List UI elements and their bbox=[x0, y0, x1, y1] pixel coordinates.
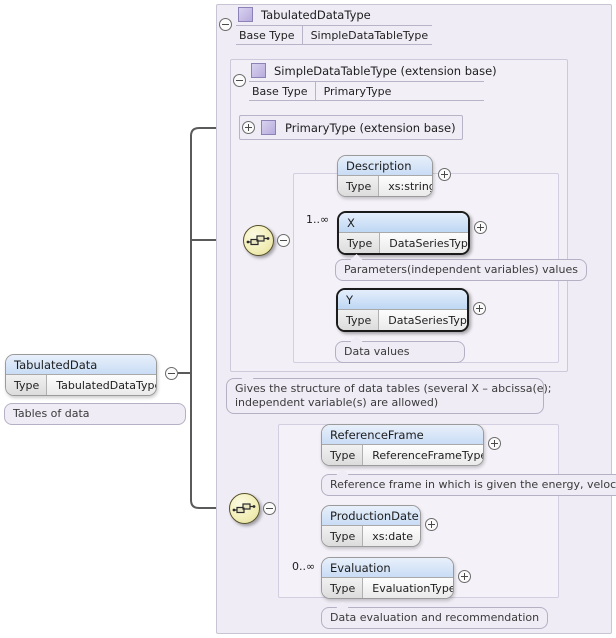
reference-frame-expand-toggle[interactable] bbox=[488, 437, 501, 450]
element-type-row: Type ReferenceFrameType bbox=[322, 445, 483, 465]
sequence-icon-lower[interactable] bbox=[229, 493, 260, 524]
element-node-reference-frame[interactable]: ReferenceFrame Type ReferenceFrameType bbox=[321, 424, 484, 466]
simple-data-table-type-collapse-toggle[interactable] bbox=[233, 74, 246, 87]
base-type-value: SimpleDataTableType bbox=[310, 28, 429, 42]
tabulated-data-type-title-row: TabulatedDataType bbox=[236, 5, 432, 24]
tabulated-data-type-collapse-toggle[interactable] bbox=[219, 18, 232, 31]
sequence-icon-upper[interactable] bbox=[243, 225, 274, 256]
element-name: X bbox=[339, 213, 468, 233]
tabulated-data-base-type-row: Base Type SimpleDataTableType bbox=[236, 26, 432, 45]
type-value: xs:string bbox=[388, 179, 433, 193]
type-label: Type bbox=[339, 233, 381, 253]
type-value: ReferenceFrameType bbox=[372, 448, 484, 462]
element-node-tabulated-data[interactable]: TabulatedData Type TabulatedDataType bbox=[5, 354, 157, 396]
primary-type-expand-toggle[interactable] bbox=[242, 121, 255, 134]
element-name: Y bbox=[338, 290, 467, 310]
element-node-x[interactable]: X Type DataSeriesType bbox=[337, 211, 470, 255]
type-value: TabulatedDataType bbox=[56, 378, 157, 392]
cardinality-x: 1..∞ bbox=[306, 213, 330, 226]
element-type-row: Type DataSeriesType bbox=[339, 233, 468, 253]
annotation-x: Parameters(independent variables) values bbox=[335, 254, 587, 281]
element-name: Evaluation bbox=[322, 558, 453, 578]
type-value: EvaluationType bbox=[372, 581, 454, 595]
type-label: Type bbox=[322, 578, 364, 598]
lower-sequence-collapse-toggle[interactable] bbox=[263, 502, 276, 515]
complex-type-icon bbox=[251, 63, 266, 78]
tabulated-data-type-title: TabulatedDataType bbox=[261, 7, 371, 22]
element-name: ProductionDate bbox=[322, 506, 420, 526]
simple-data-table-type-title-row: SimpleDataTableType (extension base) bbox=[249, 61, 497, 80]
element-name: ReferenceFrame bbox=[322, 425, 483, 445]
element-node-production-date[interactable]: ProductionDate Type xs:date bbox=[321, 505, 421, 547]
cardinality-evaluation: 0..∞ bbox=[292, 560, 316, 573]
annotation-evaluation: Data evaluation and recommendation bbox=[321, 602, 549, 629]
annotation-upper-sequence: Gives the structure of data tables (seve… bbox=[226, 373, 552, 414]
type-label: Type bbox=[322, 445, 364, 465]
primary-type-title: PrimaryType (extension base) bbox=[285, 120, 456, 135]
schema-diagram-canvas: TabulatedDataType Base Type SimpleDataTa… bbox=[0, 0, 616, 638]
simple-data-table-type-title: SimpleDataTableType (extension base) bbox=[274, 63, 497, 78]
description-expand-toggle[interactable] bbox=[438, 168, 451, 181]
type-label: Type bbox=[6, 375, 48, 395]
evaluation-expand-toggle[interactable] bbox=[458, 570, 471, 583]
element-type-row: Type xs:date bbox=[322, 526, 420, 546]
tabulated-data-type-header: TabulatedDataType Base Type SimpleDataTa… bbox=[236, 5, 432, 45]
simple-data-table-type-header: SimpleDataTableType (extension base) Bas… bbox=[249, 61, 497, 101]
annotation-y: Data values bbox=[335, 336, 465, 363]
element-node-y[interactable]: Y Type DataSeriesType bbox=[336, 288, 469, 332]
type-value: xs:date bbox=[372, 529, 414, 543]
simple-data-table-base-type-row: Base Type PrimaryType bbox=[249, 82, 484, 101]
sequence-glyph bbox=[246, 235, 270, 246]
type-label: Type bbox=[338, 310, 380, 330]
type-label: Type bbox=[322, 526, 364, 546]
element-node-description[interactable]: Description Type xs:string bbox=[337, 155, 433, 197]
element-type-row: Type DataSeriesType bbox=[338, 310, 467, 330]
sequence-glyph bbox=[232, 503, 256, 514]
production-date-expand-toggle[interactable] bbox=[425, 518, 438, 531]
tabulated-data-collapse-toggle[interactable] bbox=[165, 367, 178, 380]
primary-type-extension-bar[interactable]: PrimaryType (extension base) bbox=[239, 115, 463, 140]
complex-type-icon bbox=[261, 120, 276, 135]
element-type-row: Type EvaluationType bbox=[322, 578, 453, 598]
type-value: DataSeriesType bbox=[389, 236, 470, 250]
type-value: DataSeriesType bbox=[388, 313, 469, 327]
x-expand-toggle[interactable] bbox=[474, 221, 487, 234]
annotation-reference-frame: Reference frame in which is given the en… bbox=[321, 469, 616, 496]
element-type-row: Type TabulatedDataType bbox=[6, 375, 156, 395]
annotation-tabulated-data: Tables of data bbox=[4, 403, 186, 425]
y-expand-toggle[interactable] bbox=[473, 302, 486, 315]
element-name: Description bbox=[338, 156, 432, 176]
upper-sequence-collapse-toggle[interactable] bbox=[277, 234, 290, 247]
base-type-value: PrimaryType bbox=[323, 84, 392, 98]
element-type-row: Type xs:string bbox=[338, 176, 432, 196]
element-name: TabulatedData bbox=[6, 355, 156, 375]
type-label: Type bbox=[338, 176, 380, 196]
element-node-evaluation[interactable]: Evaluation Type EvaluationType bbox=[321, 557, 454, 599]
complex-type-icon bbox=[238, 7, 253, 22]
base-type-label: Base Type bbox=[249, 82, 316, 100]
base-type-label: Base Type bbox=[236, 26, 303, 44]
